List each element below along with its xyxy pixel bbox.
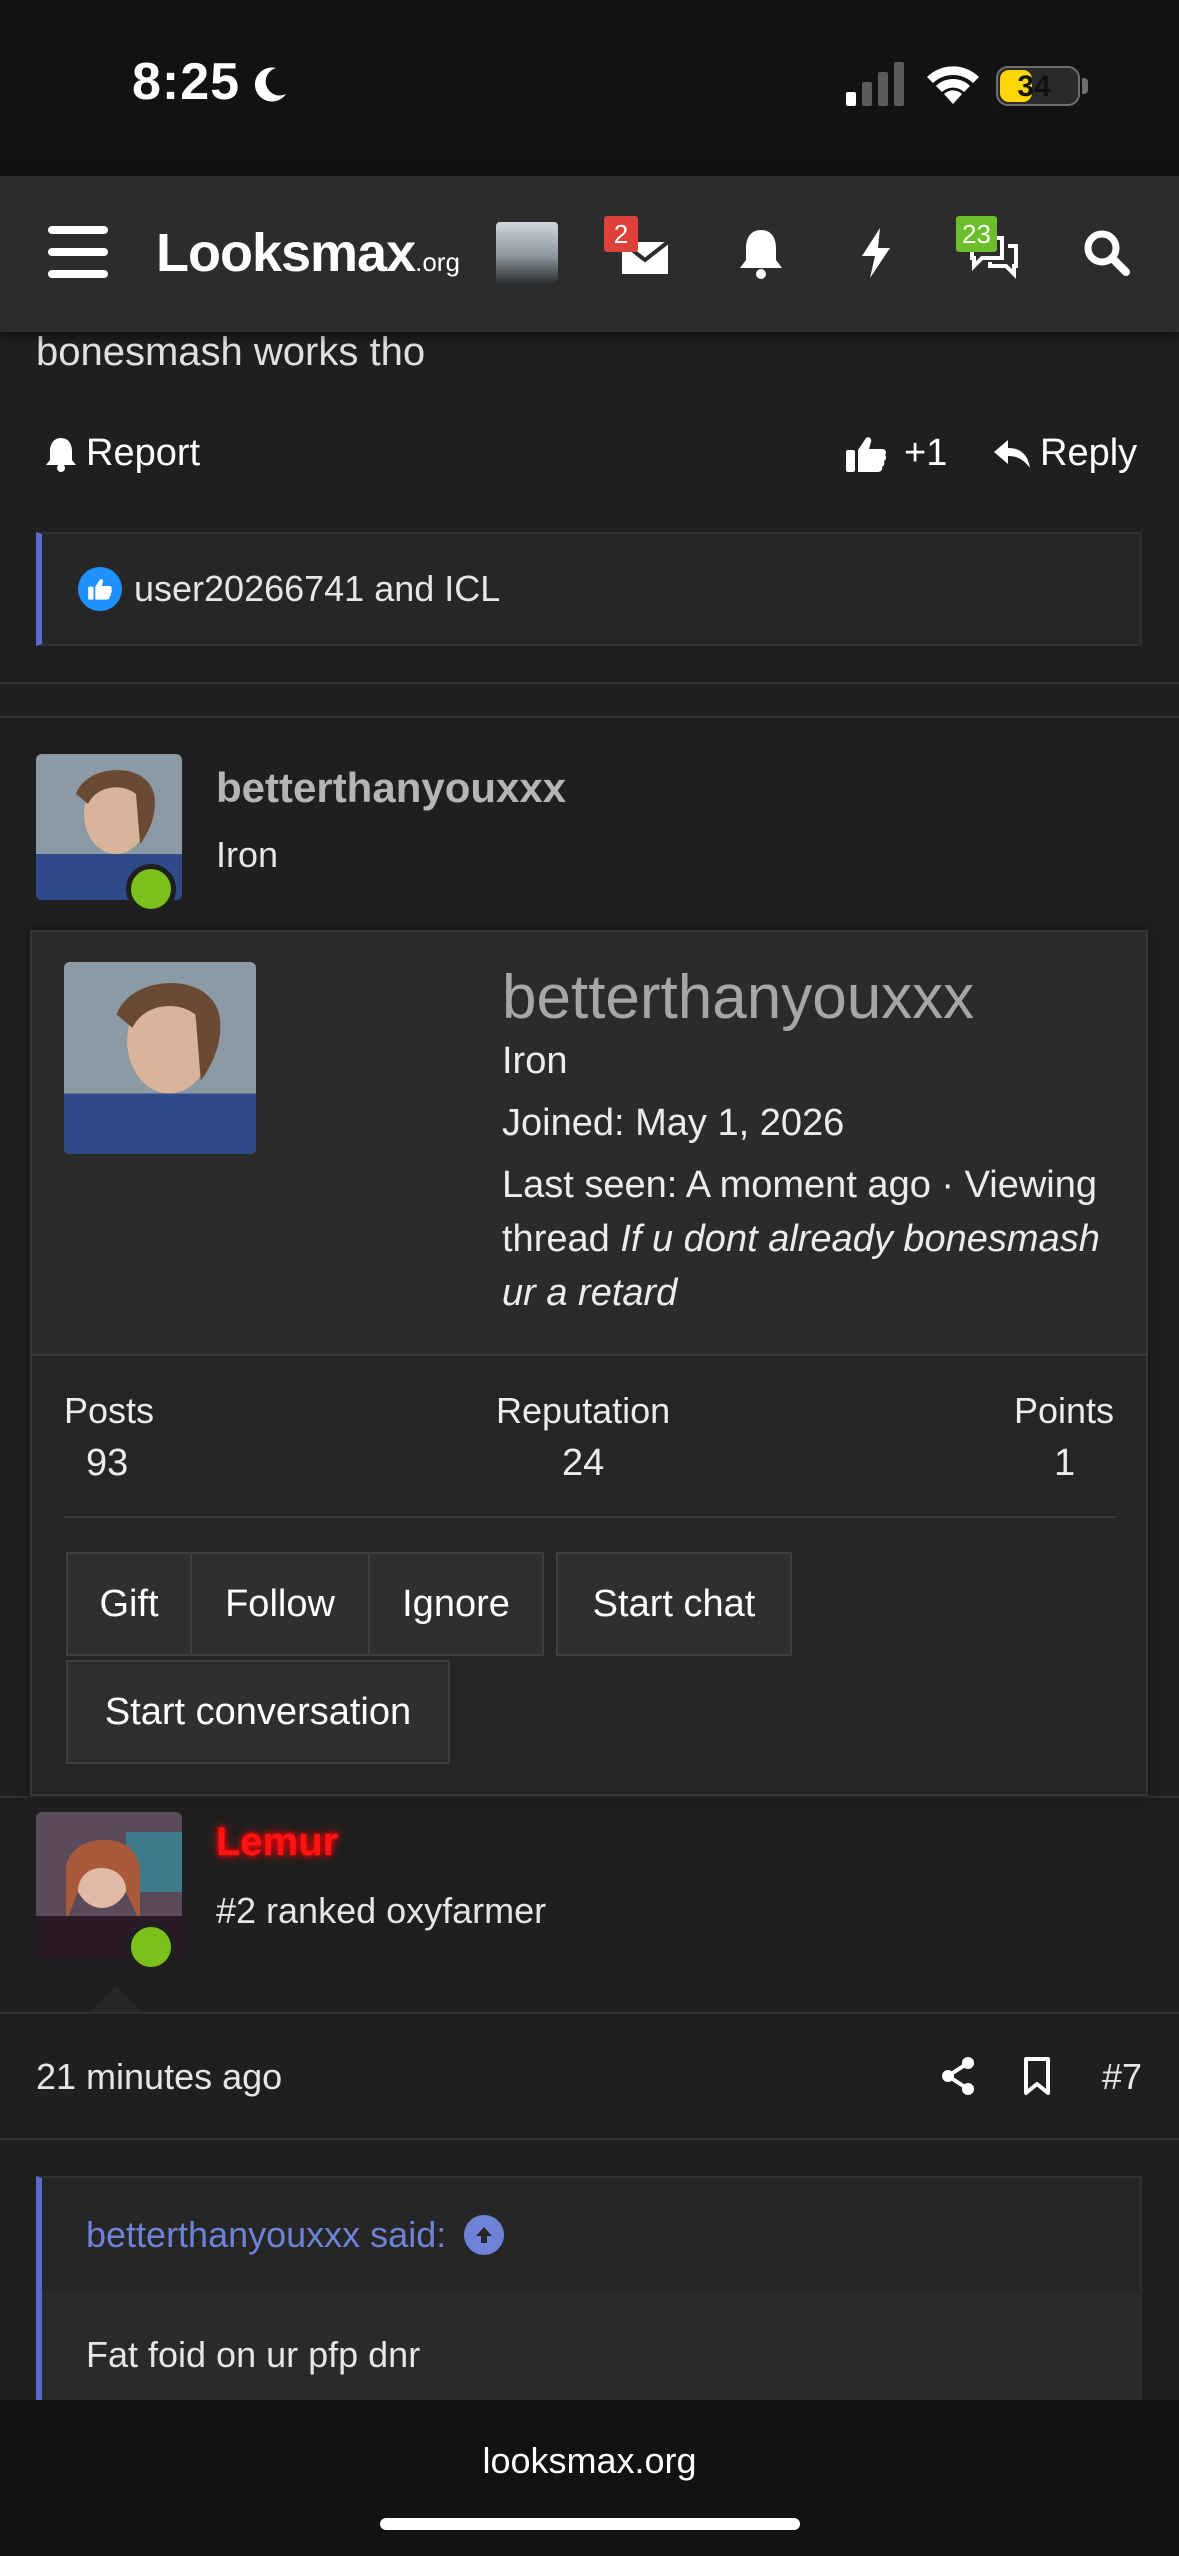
reputation-value[interactable]: 24	[562, 1442, 604, 1485]
menu-icon[interactable]	[48, 226, 108, 278]
reply-label: Reply	[1040, 432, 1138, 474]
divider	[0, 682, 1179, 684]
post-body-text: bonesmash works tho	[36, 330, 426, 374]
browser-url-bar[interactable]: looksmax.org	[0, 2400, 1179, 2556]
search-icon[interactable]	[1078, 224, 1136, 282]
share-icon[interactable]	[940, 2056, 976, 2096]
signal-icon	[846, 62, 904, 106]
jump-to-quote-icon[interactable]	[464, 2215, 505, 2255]
divider	[64, 1516, 1116, 1518]
top-navbar: Looksmax.org 2 23	[0, 176, 1179, 332]
member-tooltip-card: betterthanyouxxx Iron Joined: May 1, 202…	[30, 930, 1148, 1796]
divider	[0, 1796, 1179, 1798]
post-number[interactable]: #7	[1102, 2056, 1142, 2098]
reply-button[interactable]: Reply	[992, 432, 1137, 475]
status-time: 8:25	[132, 53, 241, 111]
ignore-button[interactable]: Ignore	[368, 1552, 544, 1656]
site-logo[interactable]: Looksmax.org	[156, 222, 460, 284]
like-count: +1	[904, 432, 948, 474]
like-button[interactable]: +1	[844, 432, 947, 475]
member-name[interactable]: betterthanyouxxx	[502, 962, 974, 1033]
battery-level: 34	[1017, 70, 1051, 103]
posts-value[interactable]: 93	[86, 1442, 128, 1485]
author-name[interactable]: Lemur	[216, 1820, 338, 1865]
thumbs-up-icon	[846, 436, 887, 472]
online-indicator	[126, 864, 176, 914]
url-text[interactable]: looksmax.org	[0, 2440, 1179, 2482]
lightning-icon[interactable]	[848, 224, 906, 282]
points-value[interactable]: 1	[1054, 1442, 1075, 1485]
author-title: #2 ranked oxyfarmer	[216, 1890, 547, 1931]
start-chat-button[interactable]: Start chat	[556, 1552, 792, 1656]
report-label: Report	[86, 432, 201, 474]
moon-icon	[254, 67, 286, 102]
report-button[interactable]: Report	[44, 432, 200, 475]
quote-author[interactable]: betterthanyouxxx said:	[86, 2214, 446, 2256]
reactions-list: user20266741 and ICL	[134, 568, 501, 609]
bell-icon	[46, 437, 76, 472]
member-last-seen: Last seen: A moment ago · Viewing thread…	[502, 1164, 1100, 1314]
author-pointer	[90, 1986, 142, 2012]
like-reaction-icon	[78, 567, 122, 611]
reply-icon	[994, 439, 1030, 468]
status-bar: 8:25 34	[0, 0, 1179, 176]
inbox-badge: 2	[604, 216, 638, 252]
reputation-label: Reputation	[496, 1390, 671, 1431]
author-name[interactable]: betterthanyouxxx	[216, 764, 566, 812]
start-conversation-button[interactable]: Start conversation	[66, 1660, 450, 1764]
bookmark-icon[interactable]	[1022, 2056, 1052, 2096]
post-timestamp[interactable]: 21 minutes ago	[36, 2056, 282, 2098]
member-avatar[interactable]	[64, 962, 256, 1154]
online-indicator	[126, 1922, 176, 1972]
wifi-icon	[927, 66, 979, 104]
conversations-badge: 23	[956, 216, 997, 252]
author-title: Iron	[216, 834, 279, 875]
points-label: Points	[1014, 1390, 1115, 1431]
account-avatar[interactable]	[496, 222, 558, 284]
quote-header[interactable]: betterthanyouxxx said:	[42, 2178, 1142, 2292]
member-title: Iron	[502, 1040, 568, 1082]
reactions-bar[interactable]: user20266741 and ICL	[36, 532, 1142, 646]
bell-icon[interactable]	[732, 224, 790, 282]
member-joined: Joined: May 1, 2026	[502, 1102, 845, 1144]
battery-icon: 34	[996, 66, 1080, 106]
divider	[0, 2138, 1179, 2140]
divider	[0, 716, 1179, 718]
quote-block: betterthanyouxxx said: Fat foid on ur pf…	[36, 2176, 1142, 2418]
home-indicator[interactable]	[380, 2518, 800, 2530]
gift-button[interactable]: Gift	[66, 1552, 192, 1656]
posts-label: Posts	[64, 1390, 155, 1431]
follow-button[interactable]: Follow	[190, 1552, 370, 1656]
